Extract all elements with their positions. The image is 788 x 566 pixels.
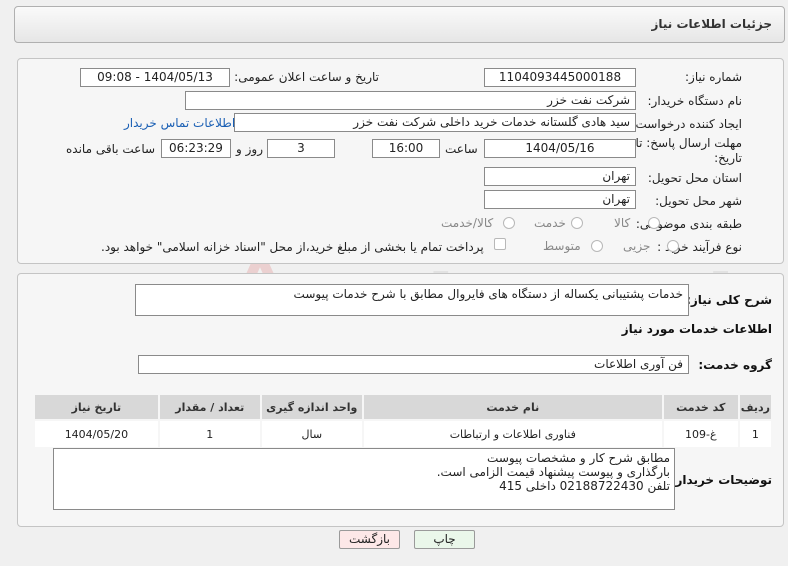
process-minor-radio[interactable] [667,240,679,252]
city-field: تهران [484,190,636,209]
col-header-service-name: نام خدمت [361,393,664,421]
category-goods-service-radio[interactable] [503,217,515,229]
requester-field: سید هادی گلستانه خدمات خرید داخلی شرکت ن… [234,113,636,132]
remaining-time-field: 06:23:29 [161,139,231,158]
need-number-label: شماره نیاز: [685,70,742,84]
category-service-radio[interactable] [571,217,583,229]
city-label: شهر محل تحویل: [655,194,742,208]
treasury-payment-checkbox[interactable] [494,238,506,250]
need-number-field: 1104093445000188 [484,68,636,87]
province-field: تهران [484,167,636,186]
cell-row-number: 1 [737,419,774,449]
description-field: خدمات پشتیبانی یکساله از دستگاه های فایر… [135,284,689,316]
col-header-quantity: تعداد / مقدار [157,393,262,421]
table-row: 1 غ-109 فناوری اطلاعات و ارتباطات سال 1 … [33,419,774,449]
requester-label: ایجاد کننده درخواست: [631,117,742,131]
col-header-row-number: ردیف [737,393,774,421]
buyer-notes-label: توضیحات خریدار: [670,473,772,487]
category-service-label: خدمت [534,216,566,230]
back-button[interactable]: بازگشت [339,530,400,549]
buyer-org-label: نام دستگاه خریدار: [647,94,743,108]
col-header-need-date: تاریخ نیاز [33,393,160,421]
col-header-unit: واحد اندازه گیری [259,393,364,421]
service-group-label: گروه خدمت: [698,358,772,372]
category-goods-label: کالا [614,216,631,230]
announce-datetime-label: تاریخ و ساعت اعلان عمومی: [234,70,379,84]
cell-service-name: فناوری اطلاعات و ارتباطات [361,419,664,449]
process-minor-label: جزیی [623,239,651,253]
announce-datetime-field: 1404/05/13 - 09:08 [80,68,230,87]
deadline-label-line1: مهلت ارسال پاسخ: تا [635,136,742,150]
deadline-time-label: ساعت [445,142,478,156]
deadline-time-field: 16:00 [372,139,440,158]
buyer-notes-line: بارگذاری و پیوست پیشنهاد قیمت الزامی است… [436,465,670,479]
table-header-row: ردیف کد خدمت نام خدمت واحد اندازه گیری ت… [33,393,774,421]
print-button[interactable]: چاپ [414,530,475,549]
buyer-org-field: شرکت نفت خزر [185,91,636,110]
remaining-time-label: ساعت باقی مانده [66,142,156,156]
services-table: ردیف کد خدمت نام خدمت واحد اندازه گیری ت… [33,393,774,449]
page-title: جزئیات اطلاعات نیاز [651,17,772,31]
deadline-label-line2: تاریخ: [714,151,742,165]
cell-quantity: 1 [157,419,262,449]
category-goods-radio[interactable] [648,217,660,229]
description-label: شرح کلی نیاز: [686,293,772,307]
province-label: استان محل تحویل: [647,171,742,185]
treasury-payment-note: پرداخت تمام یا بخشی از مبلغ خرید،از محل … [101,240,484,254]
buyer-contact-link[interactable]: اطلاعات تماس خریدار [124,116,235,130]
category-goods-service-label: کالا/خدمت [441,216,494,230]
cell-service-code: غ-109 [661,419,740,449]
buyer-notes-line: تلفن 02188722430 داخلی 415 [499,479,670,493]
service-group-field: فن آوری اطلاعات [138,355,689,374]
need-info-panel [17,58,784,264]
buyer-notes-field: مطابق شرح کار و مشخصات پیوست بارگذاری و … [53,448,675,510]
cell-unit: سال [259,419,364,449]
services-section-title: اطلاعات خدمات مورد نیاز [621,322,772,336]
process-medium-radio[interactable] [591,240,603,252]
remaining-days-label: روز و [236,142,263,156]
deadline-date-field: 1404/05/16 [484,139,636,158]
process-medium-label: متوسط [543,239,581,253]
services-table-wrapper: ردیف کد خدمت نام خدمت واحد اندازه گیری ت… [33,393,774,449]
page-header: جزئیات اطلاعات نیاز [14,6,785,43]
col-header-service-code: کد خدمت [661,393,740,421]
buyer-notes-line: مطابق شرح کار و مشخصات پیوست [487,451,670,465]
cell-need-date: 1404/05/20 [33,419,160,449]
remaining-days-field: 3 [267,139,335,158]
